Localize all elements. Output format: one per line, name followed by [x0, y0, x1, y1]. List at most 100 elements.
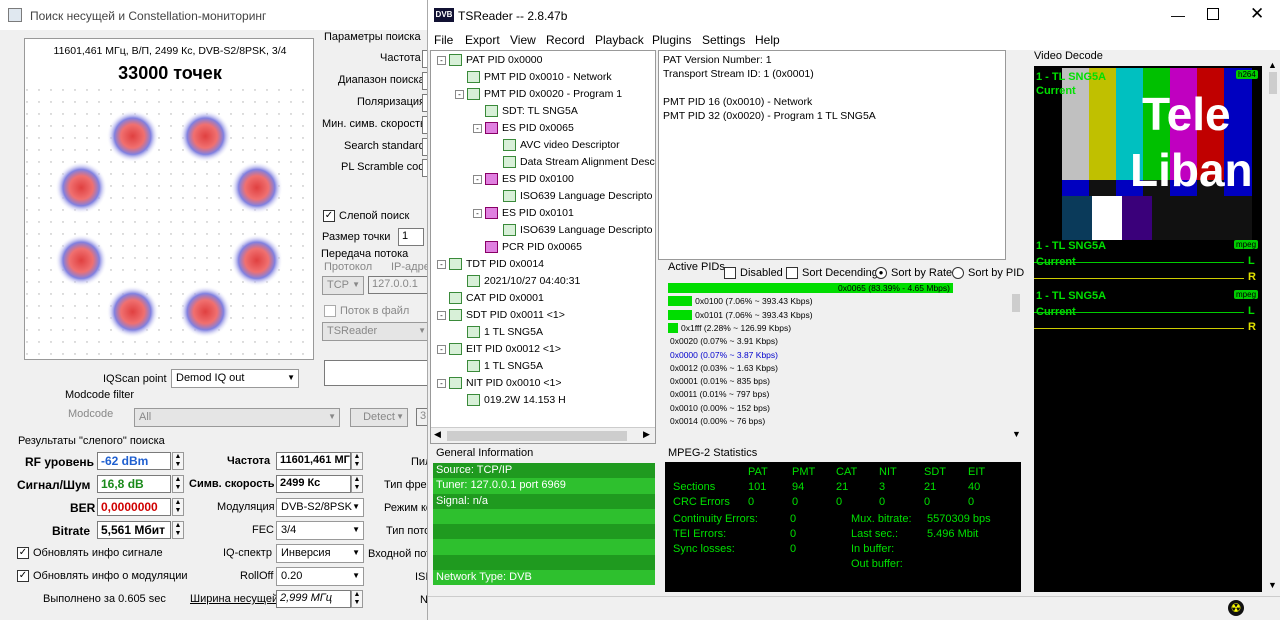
- fec-label: FEC: [252, 524, 274, 536]
- crc-sdt: 0: [924, 496, 931, 508]
- iqscan-select[interactable]: Demod IQ out: [171, 369, 299, 388]
- close-icon[interactable]: ✕: [1250, 4, 1264, 24]
- collapse-icon[interactable]: -: [473, 123, 482, 133]
- sort-rate-radio[interactable]: ● Sort by Rate: [875, 267, 952, 280]
- menu-record[interactable]: Record: [546, 33, 585, 47]
- tree-node[interactable]: - EIT PID 0x0012 <1>: [437, 343, 561, 356]
- tree-node[interactable]: PCR PID 0x0065: [473, 241, 582, 254]
- cont-label: Continuity Errors:: [673, 513, 758, 525]
- menu-playback[interactable]: Playback: [595, 33, 644, 47]
- collapse-icon[interactable]: -: [473, 208, 482, 218]
- collapse-icon[interactable]: -: [437, 310, 446, 320]
- tree-node[interactable]: AVC video Descriptor: [491, 139, 620, 152]
- constellation-cluster: [55, 161, 108, 214]
- collapse-icon[interactable]: -: [455, 89, 464, 99]
- modcode-select[interactable]: All: [134, 408, 340, 427]
- tree-node[interactable]: - TDT PID 0x0014: [437, 258, 544, 271]
- rf-spin[interactable]: ▲ ▼: [172, 452, 184, 470]
- menu-view[interactable]: View: [510, 33, 536, 47]
- tree-node[interactable]: 1 TL SNG5A: [455, 326, 543, 339]
- pid-tree[interactable]: ◀ ▶ - PAT PID 0x0000 PMT PID 0x0010 - Netw…: [430, 50, 656, 444]
- tsreader-select[interactable]: TSReader: [322, 322, 430, 341]
- update-signal-checkbox[interactable]: ✓ Обновлять инфо сигнале: [17, 547, 163, 560]
- active-pids-list: 0x0065 (83.39% - 4.65 Mbps) 0x0100 (7.06%…: [668, 283, 1010, 431]
- general-info-row: [433, 539, 655, 555]
- scroll-right-icon[interactable]: ▶: [643, 429, 650, 440]
- right-cut-4: Тип пото: [386, 525, 431, 537]
- audio2-name: 1 - TL SNG5A: [1036, 290, 1107, 302]
- pids-scroll-down-icon[interactable]: ▼: [1012, 429, 1021, 439]
- tree-node[interactable]: SDT: TL SNG5A: [473, 105, 578, 118]
- tree-node[interactable]: ISO639 Language Descripto: [491, 190, 653, 203]
- bitrate-spin[interactable]: ▲ ▼: [172, 521, 184, 539]
- freq-label: Частота: [227, 455, 271, 467]
- tree-node[interactable]: Data Stream Alignment Desc: [491, 156, 655, 169]
- sr-label: Симв. скорость: [189, 478, 275, 490]
- sr-spin[interactable]: ▲ ▼: [351, 475, 363, 493]
- tree-node[interactable]: - PMT PID 0x0020 - Program 1: [455, 88, 622, 101]
- menu-file[interactable]: File: [434, 33, 453, 47]
- pid-row: 0x0000 (0.07% ~ 3.87 Kbps): [668, 350, 778, 360]
- size-field[interactable]: 1: [398, 228, 424, 246]
- tree-node[interactable]: 2021/10/27 04:40:31: [455, 275, 580, 288]
- menu-plugins[interactable]: Plugins: [652, 33, 691, 47]
- scroll-thumb[interactable]: [447, 431, 627, 441]
- sections-eit: 40: [968, 481, 981, 493]
- tree-node-label: ISO639 Language Descripto: [520, 190, 653, 202]
- monitor-window: Поиск несущей и Constellation-мониторинг…: [0, 0, 433, 620]
- mod-select[interactable]: DVB-S2/8PSK: [276, 498, 364, 517]
- tree-node[interactable]: - ES PID 0x0065: [473, 122, 574, 135]
- video-scroll-thumb[interactable]: [1269, 72, 1277, 94]
- scroll-left-icon[interactable]: ◀: [434, 429, 441, 440]
- snr-spin[interactable]: ▲ ▼: [172, 475, 184, 493]
- pid-row-label: 0x0101 (7.06% ~ 393.43 Kbps): [695, 309, 813, 320]
- sort-desc-checkbox[interactable]: Sort Decending: [786, 267, 878, 280]
- bw-spin[interactable]: ▲ ▼: [351, 590, 363, 608]
- minimize-icon[interactable]: —: [1171, 7, 1185, 23]
- tree-hscrollbar[interactable]: ◀ ▶: [431, 427, 655, 443]
- menu-export[interactable]: Export: [465, 33, 500, 47]
- protocol-select[interactable]: TCP: [322, 276, 364, 295]
- video-decode-label: Video Decode: [1034, 50, 1103, 62]
- tree-node[interactable]: - ES PID 0x0101: [473, 207, 574, 220]
- tree-node-label: PCR PID 0x0065: [502, 241, 582, 253]
- pids-scrollbar[interactable]: ▼: [1010, 283, 1022, 443]
- video-scrollbar[interactable]: ▲ ▼: [1266, 56, 1280, 592]
- ber-spin[interactable]: ▲ ▼: [172, 498, 184, 516]
- rolloff-select[interactable]: 0.20: [276, 567, 364, 586]
- tsreader-logo-icon: DVB: [434, 8, 454, 22]
- menu-settings[interactable]: Settings: [702, 33, 745, 47]
- disabled-checkbox[interactable]: Disabled: [724, 267, 783, 280]
- tree-node[interactable]: 1 TL SNG5A: [455, 360, 543, 373]
- collapse-icon[interactable]: -: [437, 378, 446, 388]
- tree-node[interactable]: - PAT PID 0x0000: [437, 54, 542, 67]
- to-file-checkbox[interactable]: Поток в файл: [324, 305, 409, 318]
- freq-spin[interactable]: ▲ ▼: [351, 452, 363, 470]
- video-scroll-down-icon[interactable]: ▼: [1268, 580, 1277, 590]
- tree-node[interactable]: PMT PID 0x0010 - Network: [455, 71, 612, 84]
- iq-select[interactable]: Инверсия: [276, 544, 364, 563]
- detect-button[interactable]: Detect: [350, 408, 408, 427]
- table-icon: [485, 173, 498, 186]
- tree-node[interactable]: ISO639 Language Descripto: [491, 224, 653, 237]
- tree-node[interactable]: - ES PID 0x0100: [473, 173, 574, 186]
- pids-scroll-thumb[interactable]: [1012, 294, 1020, 312]
- collapse-icon[interactable]: -: [437, 259, 446, 269]
- menu-help[interactable]: Help: [755, 33, 780, 47]
- update-mod-checkbox[interactable]: ✓ Обновлять инфо о модуляции: [17, 570, 188, 583]
- table-icon: [467, 88, 480, 101]
- tree-node[interactable]: 019.2W 14.153 H: [455, 394, 566, 407]
- ip-field[interactable]: 127.0.0.1: [368, 276, 430, 294]
- tree-node[interactable]: CAT PID 0x0001: [437, 292, 544, 305]
- collapse-icon[interactable]: -: [437, 55, 446, 65]
- collapse-icon[interactable]: -: [473, 174, 482, 184]
- maximize-icon[interactable]: [1207, 8, 1219, 20]
- sort-pid-radio[interactable]: Sort by PID: [952, 267, 1024, 280]
- fec-select[interactable]: 3/4: [276, 521, 364, 540]
- tree-node[interactable]: - NIT PID 0x0010 <1>: [437, 377, 562, 390]
- test-card-image: Tele Liban: [1062, 68, 1252, 240]
- collapse-icon[interactable]: -: [437, 344, 446, 354]
- blind-search-checkbox[interactable]: ✓ Слепой поиск: [323, 210, 409, 223]
- video-scroll-up-icon[interactable]: ▲: [1268, 60, 1277, 70]
- tree-node[interactable]: - SDT PID 0x0011 <1>: [437, 309, 565, 322]
